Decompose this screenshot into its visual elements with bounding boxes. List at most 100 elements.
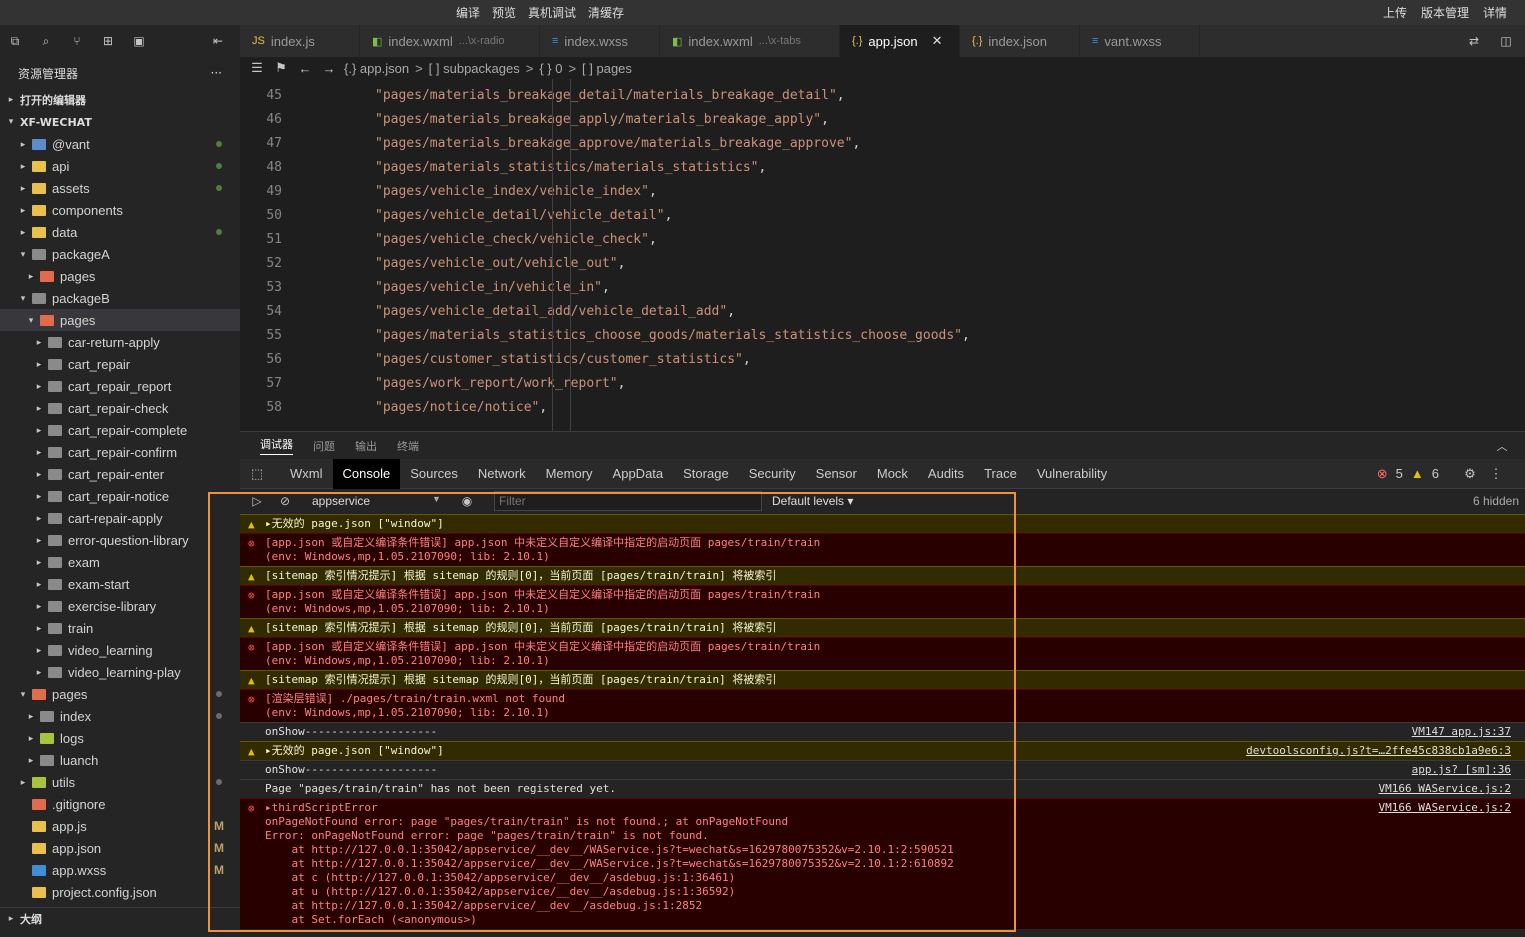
editor-tab[interactable]: {.} index.json <box>960 25 1080 57</box>
source-link[interactable]: VM166 WAService.js:2 <box>1379 801 1511 815</box>
remote-debug-button[interactable]: 真机调试 <box>528 4 576 21</box>
panel-tab[interactable]: 输出 <box>355 438 377 454</box>
bookmark-icon[interactable]: ⚑ <box>272 59 290 77</box>
tree-item[interactable]: ▸ cart-repair-apply <box>0 507 240 529</box>
tree-item[interactable]: ▾ pages <box>0 309 240 331</box>
version-button[interactable]: 版本管理 <box>1421 4 1469 21</box>
devtools-tab[interactable]: Audits <box>918 459 974 489</box>
preview-button[interactable]: 预览 <box>492 4 516 21</box>
tree-item[interactable]: ▸ @vant <box>0 133 240 155</box>
source-link[interactable]: VM166 WAService.js:2 <box>1379 782 1511 796</box>
tree-item[interactable]: project.config.json <box>0 881 240 903</box>
clear-console-icon[interactable]: ⊘ <box>276 492 294 510</box>
devtools-tab[interactable]: AppData <box>603 459 674 489</box>
tree-item[interactable]: ▸ error-question-library <box>0 529 240 551</box>
search-icon[interactable]: ⌕ <box>37 32 55 50</box>
list-icon[interactable]: ☰ <box>248 59 266 77</box>
tree-item[interactable]: ▾ packageB <box>0 287 240 309</box>
debug-icon[interactable]: ▣ <box>130 32 148 50</box>
tree-item[interactable]: ▸ cart_repair-confirm <box>0 441 240 463</box>
collapse-sidebar-icon[interactable]: ⇤ <box>209 32 227 50</box>
project-section[interactable]: ▾ XF-WECHAT <box>0 111 240 133</box>
devtools-tab[interactable]: Trace <box>974 459 1027 489</box>
upload-button[interactable]: 上传 <box>1383 4 1407 21</box>
more-vert-icon[interactable]: ⋮ <box>1487 465 1505 483</box>
tree-item[interactable]: ▸ exam <box>0 551 240 573</box>
tree-item[interactable]: ▸ cart_repair_report <box>0 375 240 397</box>
tree-item[interactable]: app.wxss M <box>0 859 240 881</box>
tree-item[interactable]: ▸ luanch <box>0 749 240 771</box>
split-editor-icon[interactable]: ◫ <box>1497 32 1515 50</box>
tree-item[interactable]: ▸ index <box>0 705 240 727</box>
source-link[interactable]: app.js? [sm]:36 <box>1412 763 1511 777</box>
eye-icon[interactable]: ◉ <box>458 492 476 510</box>
devtools-tab[interactable]: Sources <box>400 459 468 489</box>
compare-icon[interactable]: ⇄ <box>1465 32 1483 50</box>
details-button[interactable]: 详情 <box>1483 4 1507 21</box>
devtools-tab[interactable]: Wxml <box>280 459 333 489</box>
context-select[interactable]: appservice <box>312 494 370 508</box>
tree-item[interactable]: ▸ data <box>0 221 240 243</box>
devtools-tab[interactable]: Security <box>739 459 806 489</box>
tree-item[interactable]: ▸ cart_repair-complete <box>0 419 240 441</box>
devtools-tab[interactable]: Storage <box>673 459 739 489</box>
editor-tab[interactable]: ◧ index.wxml ...\x-tabs <box>660 25 840 57</box>
open-editors-section[interactable]: ▸ 打开的编辑器 <box>0 89 240 111</box>
editor-tab[interactable]: JS index.js <box>240 25 360 57</box>
tree-item[interactable]: ▸ logs <box>0 727 240 749</box>
editor-tab[interactable]: ≡ index.wxss <box>540 25 660 57</box>
panel-tab[interactable]: 终端 <box>397 438 419 454</box>
panel-tab[interactable]: 调试器 <box>260 436 293 455</box>
tree-item[interactable]: ▸ train <box>0 617 240 639</box>
tree-item[interactable]: ▸ car-return-apply <box>0 331 240 353</box>
tree-item[interactable]: ▾ packageA <box>0 243 240 265</box>
tree-item[interactable]: ▸ api <box>0 155 240 177</box>
chevron-up-icon[interactable]: ︿ <box>1493 437 1511 455</box>
breadcrumb-item[interactable]: [ ] pages <box>582 61 632 76</box>
tree-item[interactable]: ▸ cart_repair-check <box>0 397 240 419</box>
tree-item[interactable]: ▸ cart_repair <box>0 353 240 375</box>
extensions-icon[interactable]: ⊞ <box>99 32 117 50</box>
tree-item[interactable]: ▸ assets <box>0 177 240 199</box>
breadcrumb-item[interactable]: [ ] subpackages <box>429 61 520 76</box>
chevron-down-icon[interactable]: ▼ <box>432 494 441 504</box>
forward-icon[interactable]: → <box>320 59 338 77</box>
devtools-tab[interactable]: Network <box>468 459 536 489</box>
source-link[interactable]: VM147 app.js:37 <box>1412 725 1511 739</box>
breadcrumb-item[interactable]: { } 0 <box>539 61 562 76</box>
tree-item[interactable]: app.js M <box>0 815 240 837</box>
tree-item[interactable]: ▸ cart_repair-notice <box>0 485 240 507</box>
devtools-tab[interactable]: Mock <box>867 459 918 489</box>
tree-item[interactable]: ▸ utils <box>0 771 240 793</box>
editor-tab[interactable]: ◧ index.wxml ...\x-radio <box>360 25 540 57</box>
inspect-icon[interactable]: ⬚ <box>248 465 266 483</box>
tree-item[interactable]: ▸ exercise-library <box>0 595 240 617</box>
tree-item[interactable]: ▸ cart_repair-enter <box>0 463 240 485</box>
editor-tab[interactable]: {.} app.json ✕ <box>840 25 960 57</box>
breadcrumb-item[interactable]: {.} app.json <box>344 61 409 76</box>
devtools-tab[interactable]: Memory <box>536 459 603 489</box>
tree-item[interactable]: ▸ video_learning <box>0 639 240 661</box>
devtools-tab[interactable]: Sensor <box>806 459 867 489</box>
source-link[interactable]: devtoolsconfig.js?t=…2ffe45c838cb1a9e6:3 <box>1246 744 1511 758</box>
tree-item[interactable]: ▸ video_learning-play <box>0 661 240 683</box>
filter-input[interactable] <box>494 491 762 511</box>
panel-tab[interactable]: 问题 <box>313 438 335 454</box>
back-icon[interactable]: ← <box>296 59 314 77</box>
code-editor[interactable]: 45 "pages/materials_breakage_detail/mater… <box>240 79 1525 431</box>
devtools-tab[interactable]: Console <box>332 458 401 489</box>
gear-icon[interactable]: ⚙ <box>1461 465 1479 483</box>
tree-item[interactable]: ▾ pages <box>0 683 240 705</box>
levels-dropdown[interactable]: Default levels ▾ <box>772 494 853 508</box>
explorer-icon[interactable]: ⧉ <box>6 32 24 50</box>
tree-item[interactable]: ▸ exam-start <box>0 573 240 595</box>
close-icon[interactable]: ✕ <box>932 33 943 49</box>
editor-tab[interactable]: ≡ vant.wxss <box>1080 25 1200 57</box>
outline-section[interactable]: ▸ 大纲 <box>0 907 240 929</box>
devtools-tab[interactable]: Vulnerability <box>1027 459 1117 489</box>
compile-button[interactable]: 编译 <box>456 4 480 21</box>
source-control-icon[interactable]: ⑂ <box>68 32 86 50</box>
tree-item[interactable]: .gitignore <box>0 793 240 815</box>
tree-item[interactable]: ▸ pages <box>0 265 240 287</box>
sidebar-toggle-icon[interactable]: ▷ <box>248 492 266 510</box>
